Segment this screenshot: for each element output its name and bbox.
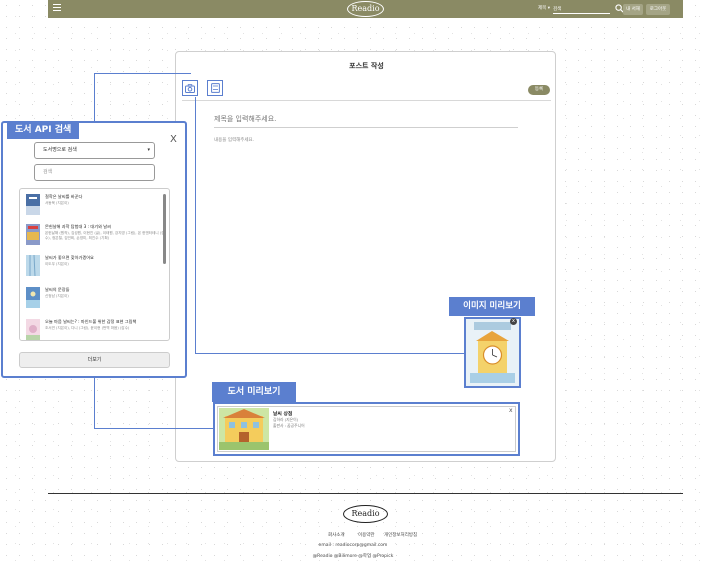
book-search-input[interactable]: 검색 bbox=[34, 164, 155, 181]
book-icon[interactable] bbox=[207, 80, 223, 96]
header-logo[interactable]: Readio bbox=[347, 1, 384, 17]
book-remove-button[interactable]: x bbox=[509, 407, 513, 414]
result-author: 몬헌날해 (원작), 김성원, 이현진 (글), 이태원, 강지영 (그림), … bbox=[45, 231, 165, 240]
connector-line bbox=[195, 97, 196, 354]
image-preview-box bbox=[464, 317, 521, 388]
my-library-button[interactable]: 내 서재 bbox=[623, 4, 643, 15]
selected-book-title: 날씨 상점 bbox=[273, 412, 293, 417]
book-search-tag: 도서 API 검색 bbox=[7, 121, 80, 139]
image-remove-button[interactable]: x bbox=[510, 318, 517, 325]
toolbar-divider bbox=[182, 100, 551, 101]
result-title: 철학은 날씨를 바꾼다 bbox=[45, 194, 83, 199]
footer-link-privacy[interactable]: 개인정보처리방침 bbox=[384, 532, 417, 538]
result-title: 오늘 마음 날씨는? : 마인드풀 위한 감정 표현 그림책 bbox=[45, 319, 137, 324]
chevron-down-icon: ▾ bbox=[147, 147, 150, 153]
image-preview-tag: 이미지 미리보기 bbox=[449, 297, 535, 316]
book-preview-tag: 도서 미리보기 bbox=[212, 382, 296, 402]
modal-close-button[interactable]: X bbox=[170, 134, 177, 145]
camera-icon[interactable] bbox=[182, 80, 198, 96]
hamburger-menu-icon[interactable] bbox=[53, 4, 61, 13]
book-cover-image bbox=[26, 194, 40, 215]
list-item[interactable]: 철학은 날씨를 바꾼다 서동욱 (지은이) bbox=[24, 192, 164, 222]
header-search-input[interactable]: 검색 bbox=[553, 4, 610, 14]
connector-line bbox=[94, 73, 95, 123]
list-item[interactable]: 날씨가 좋으면 찾아가겠어요 이도우 (지은이) bbox=[24, 253, 164, 283]
submit-button[interactable]: 등록 bbox=[528, 85, 550, 95]
connector-line bbox=[94, 378, 95, 429]
result-author: 서동욱 (지은이) bbox=[45, 201, 69, 205]
result-title: 날씨의 문장들 bbox=[45, 287, 70, 292]
logout-button[interactable]: 로그아웃 bbox=[646, 4, 670, 15]
page-title: 포스트 작성 bbox=[349, 62, 384, 70]
title-underline bbox=[214, 127, 518, 128]
search-category-select[interactable]: 제목 ▾ bbox=[538, 5, 550, 11]
list-item[interactable]: 날씨의 문장들 신정남 (지은이) bbox=[24, 285, 164, 315]
result-author: 신정남 (지은이) bbox=[45, 294, 69, 298]
title-input[interactable]: 제목을 입력해주세요. bbox=[214, 114, 514, 124]
footer-logo: Readio bbox=[343, 505, 388, 523]
list-item[interactable]: 몬헌날해 과학 탐험대 3 : 대기와 날씨 몬헌날해 (원작), 김성원, 이… bbox=[24, 222, 165, 252]
selected-book-publisher: 출판사 : 꿈공주니어 bbox=[273, 423, 305, 428]
search-type-select[interactable]: 도서명으로 검색 ▾ bbox=[34, 142, 155, 159]
connector-line bbox=[94, 428, 213, 429]
result-author: 조서연 (지은이), 다니 (그림), 윤이현 (번역 마음) (감수) bbox=[45, 326, 130, 330]
connector-line bbox=[94, 73, 191, 74]
top-navbar: Readio 제목 ▾ 검색 내 서재 로그아웃 bbox=[48, 0, 683, 18]
book-cover-image bbox=[26, 255, 40, 276]
list-item[interactable]: 오늘 마음 날씨는? : 마인드풀 위한 감정 표현 그림책 조서연 (지은이)… bbox=[24, 317, 164, 340]
result-author: 이도우 (지은이) bbox=[45, 262, 69, 266]
book-cover-image bbox=[26, 224, 40, 245]
book-cover-image bbox=[219, 408, 269, 450]
search-type-value: 도서명으로 검색 bbox=[43, 147, 77, 153]
footer-divider bbox=[48, 493, 683, 494]
uploaded-image bbox=[466, 319, 519, 386]
footer-credits: @Readio @Bilimore @학업 @Propick bbox=[312, 554, 394, 559]
connector-line bbox=[195, 353, 464, 354]
result-title: 날씨가 좋으면 찾아가겠어요 bbox=[45, 255, 94, 260]
results-scrollbar[interactable] bbox=[163, 194, 166, 264]
footer-link-terms[interactable]: 이용약관 bbox=[358, 532, 375, 538]
result-title: 몬헌날해 과학 탐험대 3 : 대기와 날씨 bbox=[45, 224, 111, 229]
search-results-list[interactable]: 철학은 날씨를 바꾼다 서동욱 (지은이) 몬헌날해 과학 탐험대 3 : 대기… bbox=[19, 188, 170, 341]
book-cover-image bbox=[26, 319, 40, 340]
footer-email: email : readiocorp@gmail.com bbox=[318, 543, 388, 548]
book-cover-image bbox=[26, 287, 40, 308]
content-textarea[interactable]: 내용을 입력해주세요. bbox=[214, 137, 254, 143]
load-more-button[interactable]: 더보기 bbox=[19, 352, 170, 368]
footer-link-about[interactable]: 회사소개 bbox=[328, 532, 345, 538]
